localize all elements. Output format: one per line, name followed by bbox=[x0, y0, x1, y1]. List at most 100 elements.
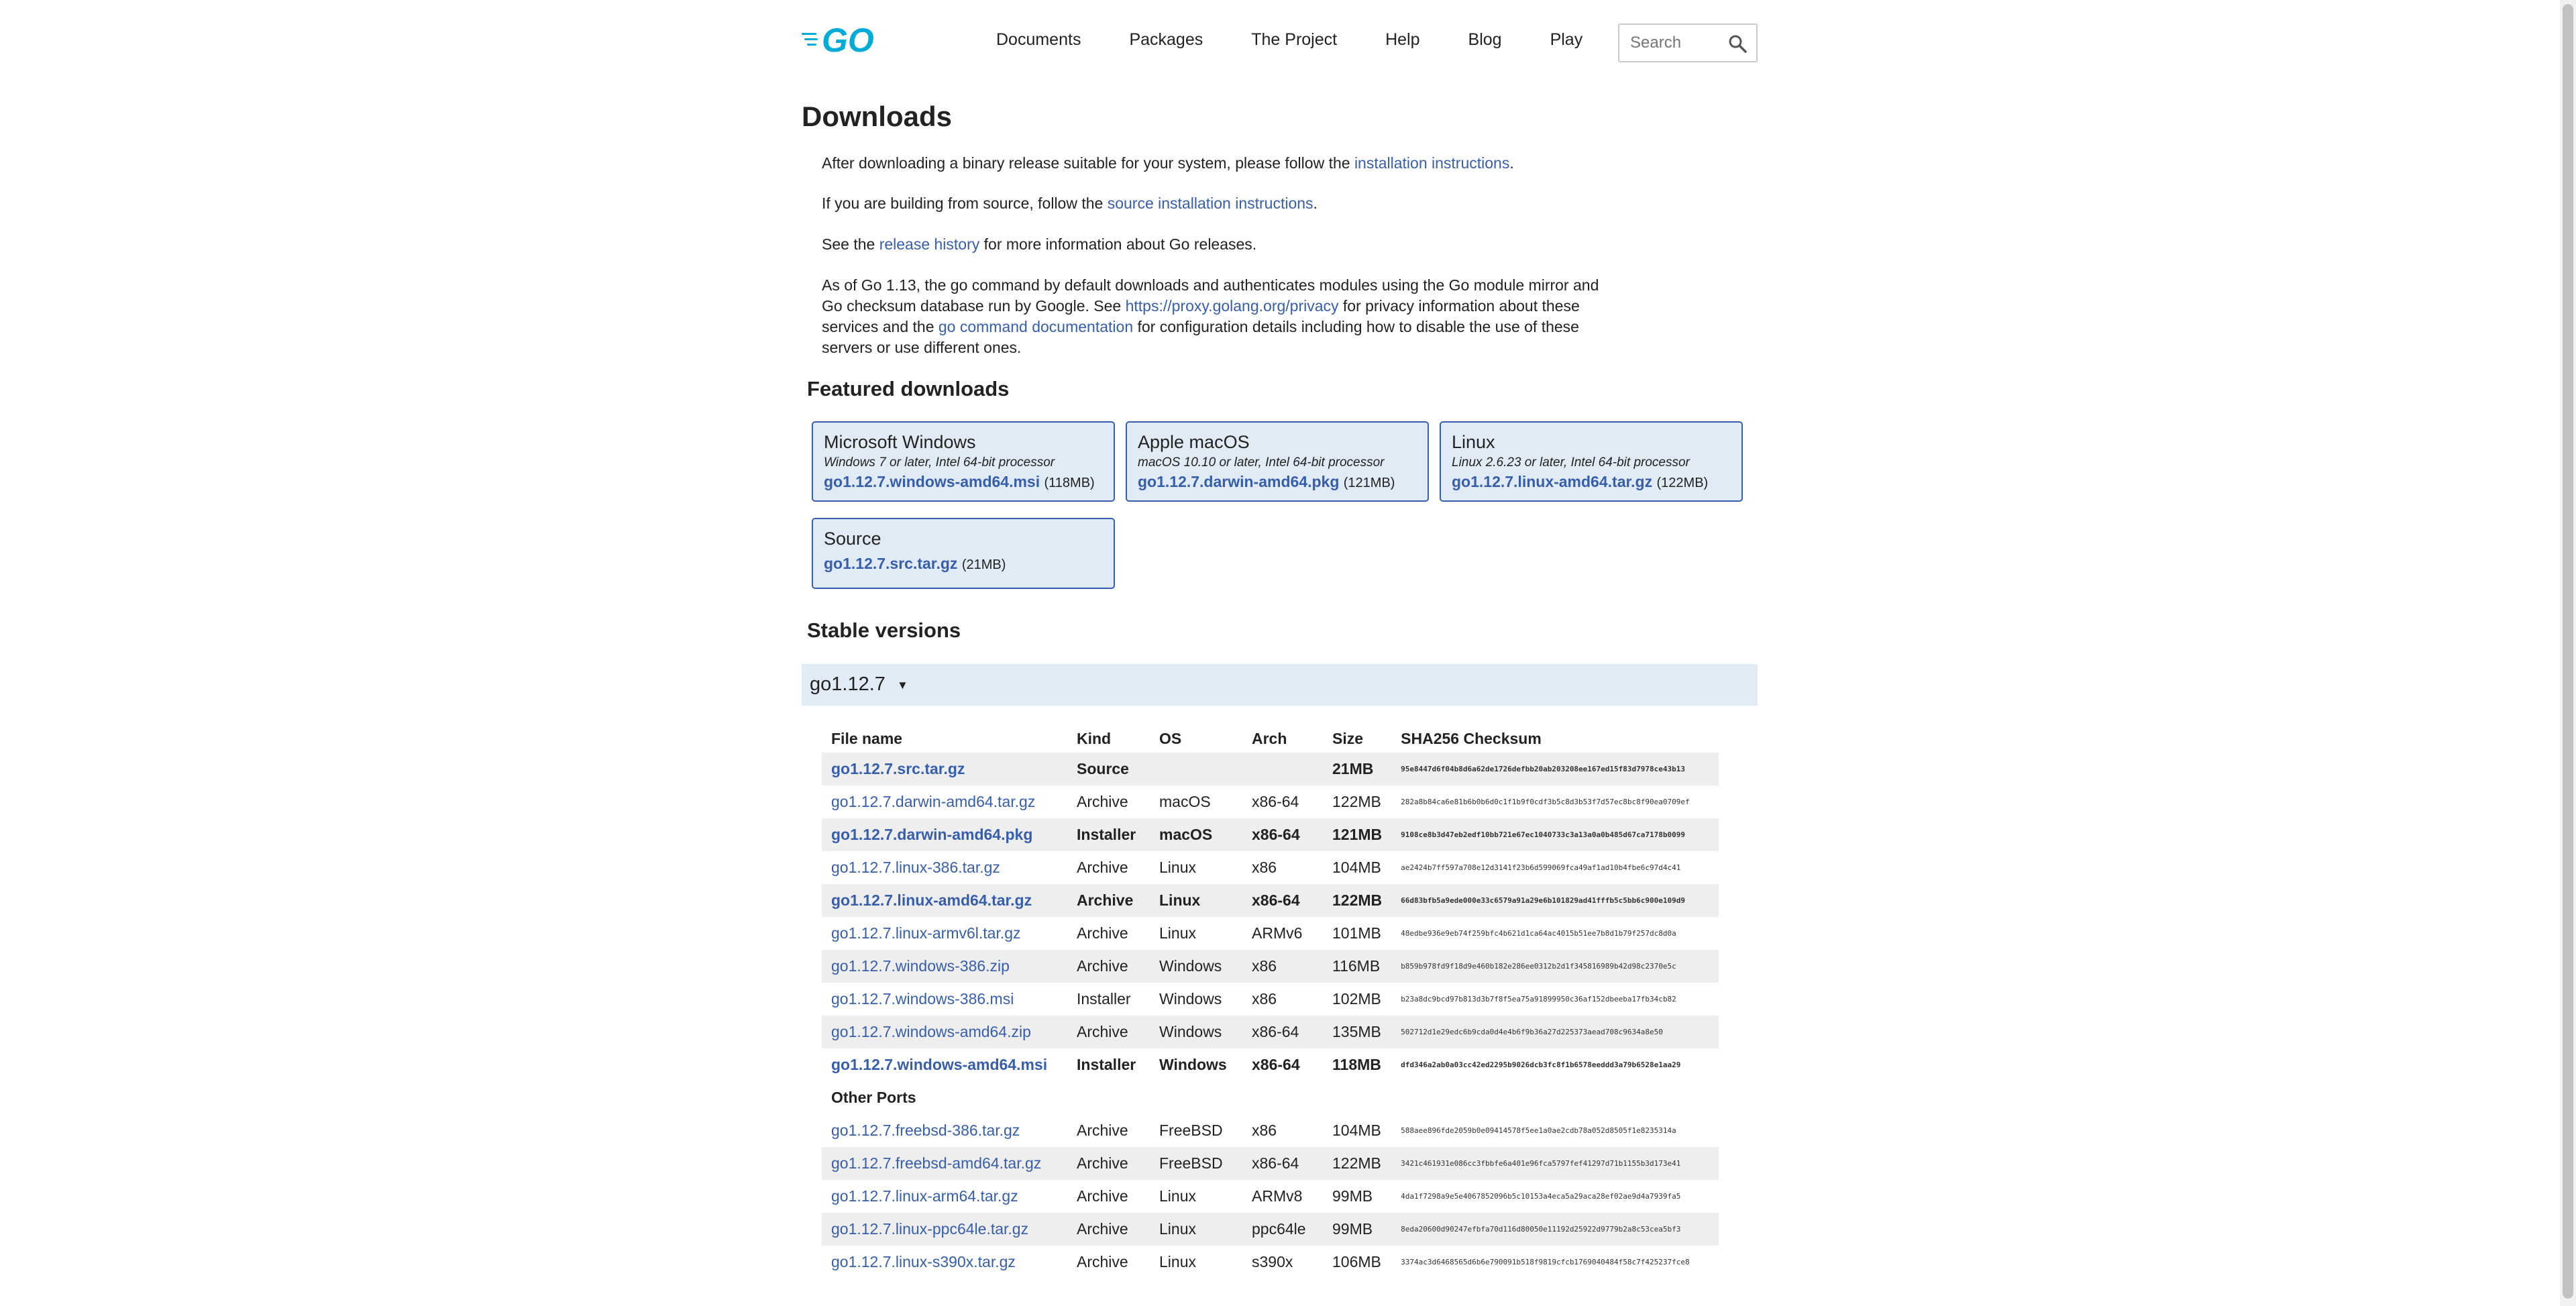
file-arch: s390x bbox=[1252, 1253, 1293, 1270]
table-row: go1.12.7.freebsd-amd64.tar.gz Archive Free… bbox=[822, 1147, 1719, 1180]
proxy-privacy-link[interactable]: https://proxy.golang.org/privacy bbox=[1126, 297, 1339, 315]
file-os: Windows bbox=[1150, 950, 1242, 983]
file-name-link[interactable]: go1.12.7.linux-armv6l.tar.gz bbox=[831, 924, 1021, 942]
featured-download-linux[interactable]: Linux Linux 2.6.23 or later, Intel 64-bi… bbox=[1440, 421, 1743, 502]
file-name-link[interactable]: go1.12.7.linux-amd64.tar.gz bbox=[831, 891, 1032, 909]
file-checksum: ae2424b7ff597a708e12d3141f23b6d599069fca… bbox=[1401, 863, 1681, 872]
file-name-cell: go1.12.7.darwin-amd64.tar.gz bbox=[822, 785, 1067, 818]
file-size: 122MB bbox=[1323, 884, 1392, 917]
file-checksum: 3374ac3d6468565d6b6e790091b518f9819cfcb1… bbox=[1401, 1258, 1690, 1266]
table-row: go1.12.7.windows-amd64.msi Installer Windo… bbox=[822, 1048, 1719, 1081]
intro-paragraph-3: See the release history for more informa… bbox=[822, 234, 1620, 255]
intro-text: for more information about Go releases. bbox=[979, 235, 1257, 253]
file-os: Windows bbox=[1159, 1056, 1227, 1073]
download-filename[interactable]: go1.12.7.windows-amd64.msi bbox=[824, 473, 1040, 490]
release-history-link[interactable]: release history bbox=[879, 235, 980, 253]
file-os bbox=[1150, 753, 1242, 785]
file-kind: Archive bbox=[1067, 1213, 1150, 1246]
file-checksum: 66d83bfb5a9ede000e33c6579a91a29e6b101829… bbox=[1391, 884, 1719, 917]
file-name-cell: go1.12.7.windows-386.zip bbox=[822, 950, 1067, 983]
file-name-link[interactable]: go1.12.7.linux-s390x.tar.gz bbox=[831, 1253, 1016, 1270]
source-installation-link[interactable]: source installation instructions bbox=[1108, 195, 1313, 212]
file-checksum: 588aee896fde2059b0e09414578f5ee1a0ae2cdb… bbox=[1401, 1126, 1676, 1135]
col-size: Size bbox=[1332, 729, 1364, 747]
intro-text: After downloading a binary release suita… bbox=[822, 154, 1354, 172]
file-name-link[interactable]: go1.12.7.windows-386.msi bbox=[831, 990, 1014, 1008]
table-row: go1.12.7.windows-386.zip Archive Windows x8… bbox=[822, 950, 1719, 983]
file-arch: ARMv6 bbox=[1252, 924, 1303, 942]
featured-download-macos[interactable]: Apple macOS macOS 10.10 or later, Intel … bbox=[1126, 421, 1429, 502]
nav-play[interactable]: Play bbox=[1550, 30, 1583, 50]
file-name-link[interactable]: go1.12.7.linux-386.tar.gz bbox=[831, 859, 1000, 876]
nav-documents[interactable]: Documents bbox=[996, 30, 1081, 50]
download-filename[interactable]: go1.12.7.darwin-amd64.pkg bbox=[1138, 473, 1339, 490]
file-arch: x86-64 bbox=[1252, 793, 1299, 810]
col-kind: Kind bbox=[1077, 729, 1112, 747]
version-toggle[interactable]: go1.12.7 ▼ bbox=[802, 664, 1758, 706]
platform-requirements: macOS 10.10 or later, Intel 64-bit proce… bbox=[1138, 455, 1385, 470]
file-kind: Archive bbox=[1077, 793, 1128, 810]
file-name-link[interactable]: go1.12.7.darwin-amd64.pkg bbox=[831, 826, 1032, 843]
table-row: go1.12.7.windows-386.msi Installer Windows… bbox=[822, 983, 1719, 1016]
file-kind: Archive bbox=[1067, 950, 1150, 983]
file-arch: x86 bbox=[1252, 859, 1277, 876]
file-name-link[interactable]: go1.12.7.linux-arm64.tar.gz bbox=[831, 1187, 1018, 1205]
nav-blog[interactable]: Blog bbox=[1468, 30, 1502, 50]
file-arch: x86 bbox=[1252, 990, 1277, 1008]
nav-packages[interactable]: Packages bbox=[1129, 30, 1203, 50]
file-name-link[interactable]: go1.12.7.linux-ppc64le.tar.gz bbox=[831, 1220, 1028, 1238]
nav-help[interactable]: Help bbox=[1385, 30, 1419, 50]
go-logo[interactable]: GO bbox=[802, 21, 889, 58]
intro-paragraph-4: As of Go 1.13, the go command by default… bbox=[822, 275, 1620, 358]
top-navigation: GO Documents Packages The Project Help B… bbox=[802, 17, 1758, 62]
search-input[interactable] bbox=[1629, 33, 1725, 53]
search-icon[interactable] bbox=[1728, 34, 1747, 53]
file-os: FreeBSD bbox=[1150, 1147, 1242, 1180]
file-size: 122MB bbox=[1323, 1147, 1392, 1180]
file-kind: Archive bbox=[1077, 859, 1128, 876]
file-os: Linux bbox=[1159, 924, 1196, 942]
file-checksum: b23a8dc9bcd97b813d3b7f8f5ea75a91899950c3… bbox=[1401, 995, 1676, 1003]
installation-instructions-link[interactable]: installation instructions bbox=[1354, 154, 1509, 172]
file-name-link[interactable]: go1.12.7.darwin-amd64.tar.gz bbox=[831, 793, 1035, 810]
file-arch: x86-64 bbox=[1242, 884, 1323, 917]
file-name-cell: go1.12.7.linux-ppc64le.tar.gz bbox=[822, 1213, 1067, 1246]
col-arch: Arch bbox=[1252, 729, 1287, 747]
file-name-cell: go1.12.7.linux-s390x.tar.gz bbox=[822, 1246, 1067, 1278]
intro-text: . bbox=[1509, 154, 1514, 172]
scrollbar[interactable] bbox=[2560, 0, 2576, 1306]
table-row: go1.12.7.darwin-amd64.pkg Installer macOS x… bbox=[822, 818, 1719, 851]
file-kind: Installer bbox=[1067, 818, 1150, 851]
platform-requirements: Linux 2.6.23 or later, Intel 64-bit proc… bbox=[1452, 455, 1690, 470]
file-name-cell: go1.12.7.windows-386.msi bbox=[822, 983, 1067, 1016]
file-kind: Archive bbox=[1067, 1016, 1150, 1048]
file-name-cell: go1.12.7.linux-arm64.tar.gz bbox=[822, 1180, 1067, 1213]
stable-versions-heading: Stable versions bbox=[807, 618, 961, 642]
file-size: 99MB bbox=[1323, 1213, 1392, 1246]
search-box bbox=[1618, 23, 1758, 62]
file-name-link[interactable]: go1.12.7.freebsd-386.tar.gz bbox=[831, 1122, 1020, 1139]
intro-text: . bbox=[1313, 195, 1318, 212]
download-filename[interactable]: go1.12.7.linux-amd64.tar.gz bbox=[1452, 473, 1652, 490]
file-name-link[interactable]: go1.12.7.windows-amd64.zip bbox=[831, 1023, 1031, 1040]
file-os: FreeBSD bbox=[1159, 1122, 1223, 1139]
featured-download-source[interactable]: Source go1.12.7.src.tar.gz (21MB) bbox=[812, 518, 1115, 589]
file-size: 99MB bbox=[1332, 1187, 1373, 1205]
table-header-row: File name Kind OS Arch Size SHA256 Check… bbox=[822, 724, 1719, 753]
file-name-link[interactable]: go1.12.7.freebsd-amd64.tar.gz bbox=[831, 1154, 1041, 1172]
featured-download-windows[interactable]: Microsoft Windows Windows 7 or later, In… bbox=[812, 421, 1115, 502]
file-name-link[interactable]: go1.12.7.windows-386.zip bbox=[831, 957, 1010, 975]
table-row: go1.12.7.linux-amd64.tar.gz Archive Linux x… bbox=[822, 884, 1719, 917]
download-filename[interactable]: go1.12.7.src.tar.gz bbox=[824, 555, 957, 572]
nav-the-project[interactable]: The Project bbox=[1251, 30, 1337, 50]
file-arch: x86 bbox=[1252, 1122, 1277, 1139]
scrollbar-thumb[interactable] bbox=[2563, 4, 2573, 1299]
go-command-doc-link[interactable]: go command documentation bbox=[938, 318, 1133, 335]
table-body: go1.12.7.src.tar.gz Source 21MB 95e8447d6f0… bbox=[822, 753, 1719, 1278]
file-name-link[interactable]: go1.12.7.src.tar.gz bbox=[831, 760, 965, 777]
file-size: 135MB bbox=[1323, 1016, 1392, 1048]
expand-arrow-icon: ▼ bbox=[897, 679, 908, 692]
table-row: go1.12.7.freebsd-386.tar.gz Archive FreeBS… bbox=[822, 1114, 1719, 1147]
file-name-link[interactable]: go1.12.7.windows-amd64.msi bbox=[831, 1056, 1047, 1073]
download-size: (122MB) bbox=[1656, 476, 1709, 490]
